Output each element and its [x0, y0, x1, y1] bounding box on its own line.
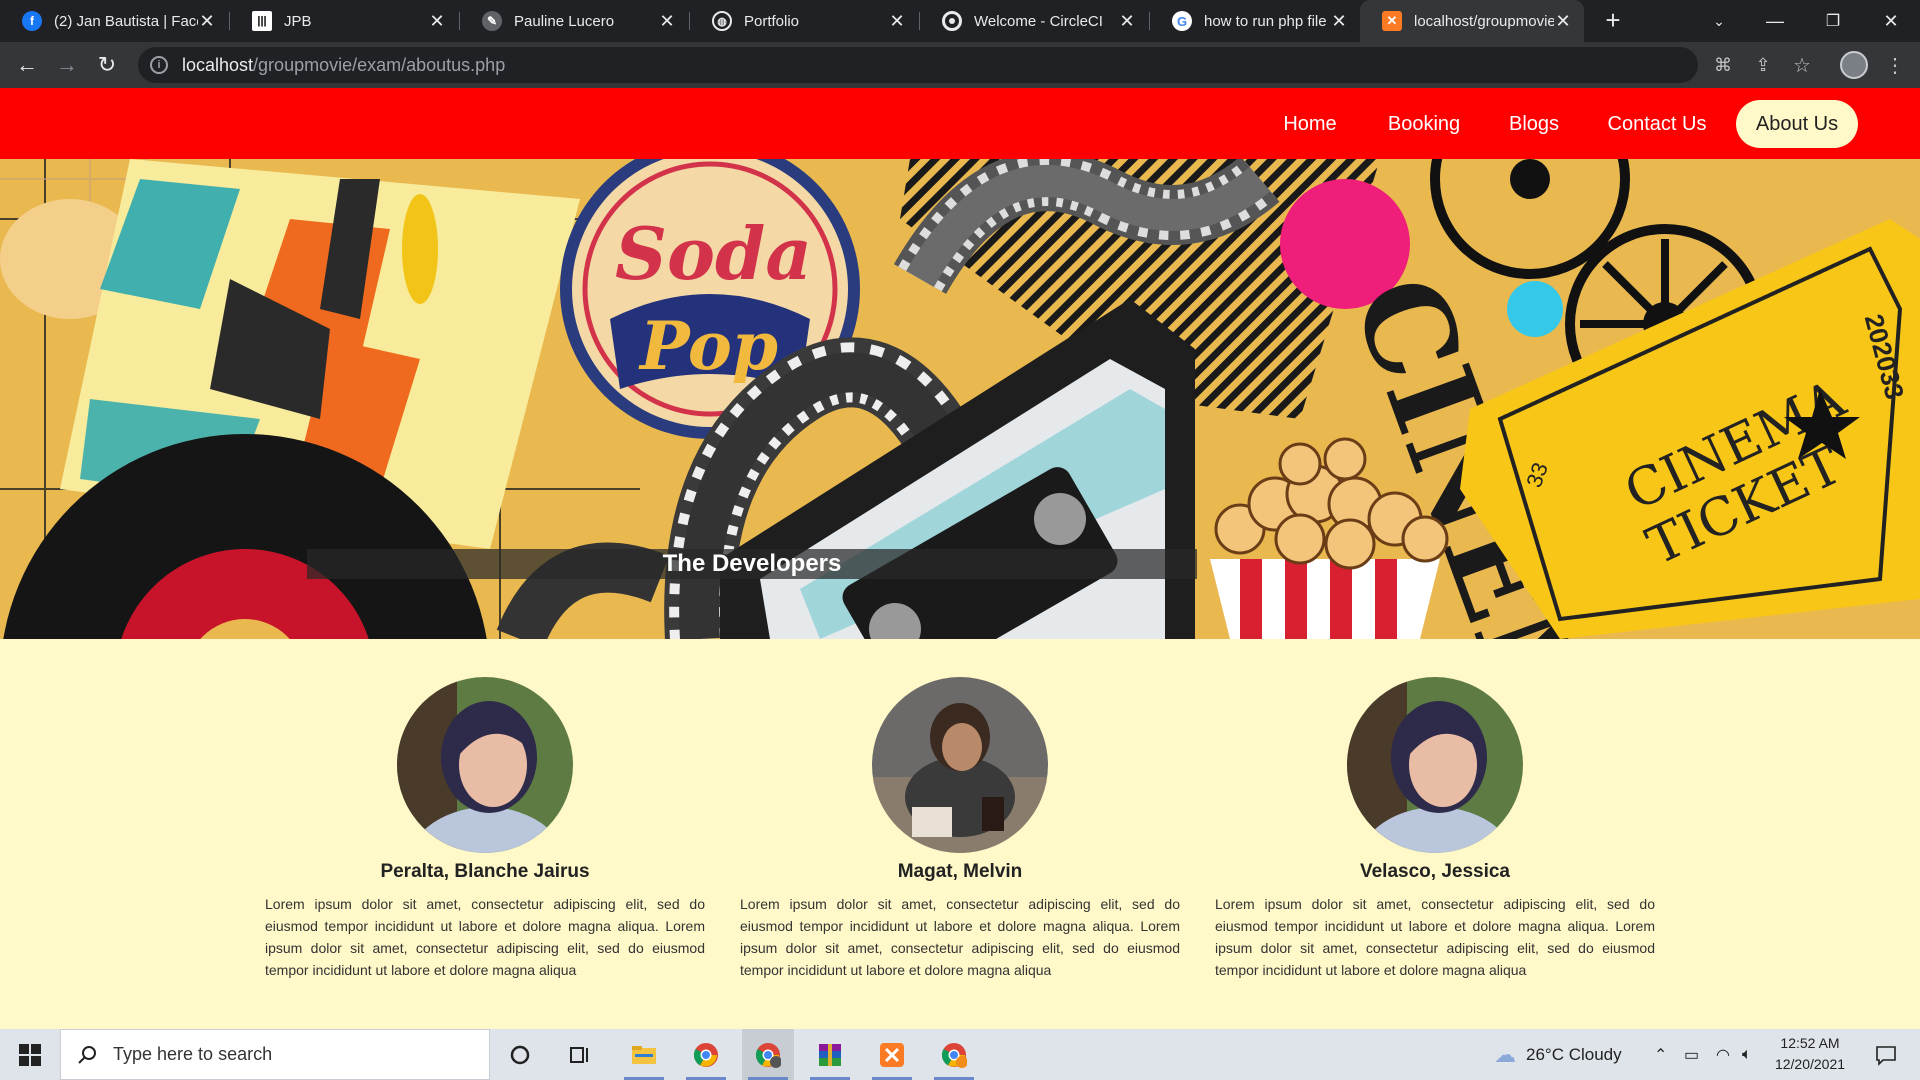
search-icon — [77, 1045, 97, 1065]
close-tab-icon[interactable]: ✕ — [888, 11, 906, 32]
member-name: Peralta, Blanche Jairus — [380, 861, 590, 882]
member-card: Peralta, Blanche Jairus Lorem ipsum dolo… — [265, 677, 705, 981]
tab-title: localhost/groupmovie — [1414, 12, 1554, 30]
hero-banner: Soda Pop CINEMA TICKET 202033 33 The Dev… — [0, 159, 1920, 639]
signature-icon: ✎ — [482, 11, 502, 31]
cortana-icon[interactable] — [494, 1029, 546, 1080]
member-bio: Lorem ipsum dolor sit amet, consectetur … — [1215, 896, 1655, 978]
bookmark-star-icon[interactable]: ☆ — [1789, 52, 1815, 78]
circleci-icon — [942, 11, 962, 31]
close-window-button[interactable]: ✕ — [1862, 0, 1920, 42]
share-icon[interactable]: ⇪ — [1750, 52, 1776, 78]
close-tab-icon[interactable]: ✕ — [1554, 11, 1572, 32]
close-tab-icon[interactable]: ✕ — [1330, 11, 1348, 32]
close-tab-icon[interactable]: ✕ — [198, 11, 216, 32]
chrome-icon[interactable] — [680, 1029, 732, 1080]
site-navbar: Home Booking Blogs Contact Us About Us — [0, 88, 1920, 159]
wifi-icon[interactable]: ◠ — [1716, 1029, 1730, 1080]
tab-pauline-lucero[interactable]: ✎ Pauline Lucero ✕ — [460, 0, 688, 42]
facebook-icon: f — [22, 11, 42, 31]
battery-icon[interactable]: ▭ — [1684, 1029, 1699, 1080]
xampp-icon: ✕ — [1382, 11, 1402, 31]
member-bio: Lorem ipsum dolor sit amet, consectetur … — [740, 896, 1180, 978]
member-card: Magat, Melvin Lorem ipsum dolor sit amet… — [740, 677, 1180, 981]
restore-button[interactable]: ❐ — [1804, 0, 1862, 42]
close-tab-icon[interactable]: ✕ — [428, 11, 446, 32]
browser-toolbar: ← → ↻ i localhost/groupmovie/exam/aboutu… — [0, 42, 1920, 88]
google-icon: G — [1172, 11, 1192, 31]
windows-logo-icon — [19, 1043, 41, 1066]
avatar — [397, 677, 573, 853]
weather-widget[interactable]: ☁ 26°C Cloudy — [1494, 1029, 1622, 1080]
member-card: Velasco, Jessica Lorem ipsum dolor sit a… — [1215, 677, 1655, 981]
member-name: Magat, Melvin — [897, 861, 1023, 882]
tab-jpb[interactable]: ||| JPB ✕ — [230, 0, 458, 42]
barcode-icon: ||| — [252, 11, 272, 31]
system-clock[interactable]: 12:52 AM 12/20/2021 — [1764, 1033, 1856, 1075]
windows-taskbar: Type here to search ☁ 26°C Cloudy ⌃ ▭ ◠ … — [0, 1029, 1920, 1080]
task-view-icon[interactable] — [554, 1029, 606, 1080]
reload-icon[interactable]: ↻ — [92, 50, 122, 80]
chrome-profile-icon[interactable] — [742, 1029, 794, 1080]
profile-avatar[interactable] — [1840, 51, 1868, 79]
hero-caption: The Developers — [307, 549, 1197, 579]
tab-search-chevron-icon[interactable]: ⌄ — [1690, 0, 1748, 42]
close-tab-icon[interactable]: ✕ — [658, 11, 676, 32]
start-button[interactable] — [0, 1029, 60, 1080]
address-bar[interactable]: i localhost/groupmovie/exam/aboutus.php — [138, 47, 1698, 83]
taskbar-search-box[interactable]: Type here to search — [60, 1029, 490, 1080]
tab-title: Welcome - CircleCI — [974, 12, 1103, 30]
tab-localhost[interactable]: ✕ localhost/groupmovie ✕ — [1360, 0, 1584, 42]
tab-title: (2) Jan Bautista | Facebook — [54, 12, 198, 30]
browser-tab-strip: f (2) Jan Bautista | Facebook ✕ ||| JPB … — [0, 0, 1920, 42]
tab-google-search[interactable]: G how to run php file in ✕ — [1150, 0, 1360, 42]
nav-about-us[interactable]: About Us — [1736, 100, 1858, 148]
notifications-icon[interactable] — [1866, 1029, 1906, 1080]
translate-icon[interactable]: ⌘ — [1710, 52, 1736, 78]
volume-icon[interactable]: 🔈︎ — [1742, 1029, 1752, 1080]
xampp-icon[interactable] — [866, 1029, 918, 1080]
clock-date: 12/20/2021 — [1774, 1056, 1846, 1072]
nav-home[interactable]: Home — [1264, 100, 1356, 148]
tab-portfolio[interactable]: ◍ Portfolio ✕ — [690, 0, 918, 42]
site-info-icon[interactable]: i — [150, 56, 168, 74]
winrar-icon[interactable] — [804, 1029, 856, 1080]
tab-title: Pauline Lucero — [514, 12, 615, 30]
show-hidden-icons-chevron-icon[interactable]: ⌃ — [1654, 1029, 1667, 1080]
url-host: localhost — [182, 54, 254, 75]
close-tab-icon[interactable]: ✕ — [1118, 11, 1136, 32]
tab-title: JPB — [284, 12, 312, 30]
new-tab-button[interactable]: + — [1598, 6, 1628, 36]
tab-title: Portfolio — [744, 12, 800, 30]
svg-text:Soda: Soda — [615, 211, 812, 296]
tab-title: how to run php file in — [1204, 12, 1330, 30]
file-explorer-icon[interactable] — [618, 1029, 670, 1080]
chrome-k-icon[interactable] — [928, 1029, 980, 1080]
nav-blogs[interactable]: Blogs — [1494, 100, 1574, 148]
avatar — [872, 677, 1048, 853]
clock-time: 12:52 AM — [1780, 1035, 1840, 1051]
developers-section: Peralta, Blanche Jairus Lorem ipsum dolo… — [0, 639, 1920, 1029]
member-name: Velasco, Jessica — [1359, 861, 1510, 882]
cloud-icon: ☁ — [1494, 1041, 1516, 1067]
weather-text: 26°C Cloudy — [1526, 1044, 1622, 1064]
url-path: /groupmovie/exam/aboutus.php — [253, 54, 506, 75]
search-placeholder: Type here to search — [113, 1044, 273, 1064]
menu-kebab-icon[interactable]: ⋮ — [1882, 52, 1908, 78]
avatar — [1347, 677, 1523, 853]
globe-icon: ◍ — [712, 11, 732, 31]
member-bio: Lorem ipsum dolor sit amet, consectetur … — [265, 896, 705, 978]
nav-booking[interactable]: Booking — [1376, 100, 1472, 148]
back-arrow-icon[interactable]: ← — [12, 50, 42, 80]
nav-contact-us[interactable]: Contact Us — [1594, 100, 1720, 148]
forward-arrow-icon[interactable]: → — [52, 50, 82, 80]
tab-facebook[interactable]: f (2) Jan Bautista | Facebook ✕ — [0, 0, 228, 42]
minimize-button[interactable]: — — [1746, 0, 1804, 42]
tab-circleci[interactable]: Welcome - CircleCI ✕ — [920, 0, 1148, 42]
svg-text:Pop: Pop — [638, 307, 778, 385]
